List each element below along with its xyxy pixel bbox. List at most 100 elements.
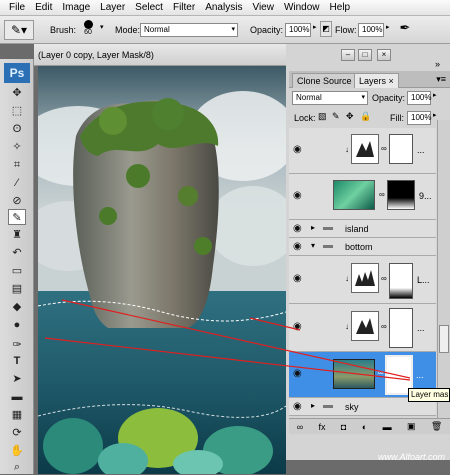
menu-view[interactable]: View [247,2,279,13]
menu-image[interactable]: Image [57,2,95,13]
layer-group-island[interactable]: ◉ ▸ ▬ island [289,220,436,238]
shape-tool-icon[interactable]: ▬ [8,389,26,405]
document-title: (Layer 0 copy, Layer Mask/8) [38,50,154,60]
fill-label: Fill: [390,113,404,123]
maximize-icon[interactable]: □ [358,49,372,61]
add-mask-icon[interactable]: ◘ [341,422,346,432]
magic-wand-icon[interactable]: ✧ [8,139,26,155]
minimize-icon[interactable]: – [341,49,355,61]
blur-tool-icon[interactable]: ◆ [8,299,26,315]
eye-icon[interactable]: ◉ [293,401,302,412]
lock-position-icon[interactable]: ✥ [346,111,354,122]
opacity-input[interactable]: 100% [285,23,311,37]
layer-row[interactable]: ◉ ↓ ∞ ... [289,304,436,352]
path-selection-icon[interactable]: ➤ [8,371,26,387]
mode-select[interactable]: Normal ▾ [140,23,238,37]
layer-mask-thumbnail[interactable] [389,308,413,348]
panel-menu-icon[interactable]: ▾≡ [436,74,446,85]
document-title-bar[interactable]: (Layer 0 copy, Layer Mask/8) [34,44,286,66]
link-layers-icon[interactable]: ∞ [297,422,303,432]
menu-filter[interactable]: Filter [168,2,200,13]
pen-tool-icon[interactable]: ✑ [8,337,26,353]
tab-layers[interactable]: Layers × [354,73,399,88]
airbrush-icon[interactable]: ✒ [395,20,415,40]
eye-icon[interactable]: ◉ [293,241,302,252]
brush-picker[interactable]: 60 [78,19,98,41]
expand-arrow-icon[interactable]: ▸ [311,223,315,232]
menu-analysis[interactable]: Analysis [200,2,247,13]
brush-dropdown-icon[interactable]: ▾ [100,23,104,31]
lock-all-icon[interactable]: 🔒 [360,111,371,122]
document-canvas[interactable] [38,66,286,474]
notes-tool-icon[interactable]: ▦ [8,407,26,423]
layer-mask-thumbnail[interactable] [389,263,413,299]
eyedropper-tool-icon[interactable]: ⁄ [8,175,26,191]
chevron-down-icon: ▾ [361,94,365,101]
zoom-tool-icon[interactable]: ⌕ [8,459,26,475]
new-layer-icon[interactable]: ▣ [407,421,416,432]
gradient-tool-icon[interactable]: ▤ [8,281,26,297]
opacity-slider-icon[interactable]: ▸ [313,23,317,31]
move-tool-icon[interactable]: ✥ [8,85,26,101]
link-icon: ∞ [378,368,384,377]
healing-tool-icon[interactable]: ⊘ [8,193,26,209]
flow-input[interactable]: 100% [358,23,384,37]
new-group-icon[interactable]: ▬ [383,422,392,432]
fill-input[interactable]: 100% [407,111,431,125]
layer-mask-thumbnail[interactable] [389,134,413,164]
menu-window[interactable]: Window [279,2,325,13]
eye-icon[interactable]: ◉ [293,223,302,234]
layer-name: ... [417,323,425,333]
flow-label: Flow: [335,25,357,35]
menu-layer[interactable]: Layer [95,2,130,13]
flow-slider-icon[interactable]: ▸ [386,23,390,31]
ps-logo: Ps [4,63,30,83]
hand-tool-icon[interactable]: ✋ [8,443,26,459]
eye-icon[interactable]: ◉ [293,190,302,201]
expand-arrow-icon[interactable]: ▸ [311,401,315,410]
layer-mask-thumbnail[interactable] [387,180,415,210]
tab-clone-source[interactable]: Clone Source [292,73,357,88]
3d-rotate-icon[interactable]: ⟳ [8,425,26,441]
adjustment-layer-icon[interactable]: ◐ [362,422,367,432]
layer-row[interactable]: ◉ ∞ 9... [289,174,436,220]
clone-stamp-icon[interactable]: ♜ [8,227,26,243]
lock-pixels-icon[interactable]: ✎ [332,111,340,122]
brush-tool-icon: ✎▾ [10,23,28,37]
layer-opacity-input[interactable]: 100% [407,91,431,105]
lasso-tool-icon[interactable]: ʘ [8,121,26,137]
collapse-panel-icon[interactable]: » [435,59,440,69]
opacity-arrow-icon[interactable]: ▸ [433,91,437,99]
lock-transparency-icon[interactable]: ▧ [318,111,327,122]
tab-close-icon[interactable]: × [389,76,394,86]
eye-icon[interactable]: ◉ [293,273,302,284]
eraser-tool-icon[interactable]: ▭ [8,263,26,279]
layers-scrollbar[interactable] [437,120,450,420]
eye-icon[interactable]: ◉ [293,368,302,379]
close-icon[interactable]: × [377,49,391,61]
menu-file[interactable]: File [4,2,30,13]
history-brush-icon[interactable]: ↶ [8,245,26,261]
collapse-arrow-icon[interactable]: ▾ [311,241,315,250]
blend-mode-select[interactable]: Normal ▾ [292,91,368,105]
delete-layer-icon[interactable]: 🗑 [431,421,442,432]
clip-arrow-icon: ↓ [345,322,349,331]
menu-select[interactable]: Select [130,2,168,13]
layer-style-icon[interactable]: fx [319,422,326,432]
scrollbar-thumb[interactable] [439,325,449,353]
marquee-tool-icon[interactable]: ⬚ [8,103,26,119]
eye-icon[interactable]: ◉ [293,321,302,332]
layer-row[interactable]: ◉ ↓ ∞ L... [289,256,436,304]
layer-group-bottom[interactable]: ◉ ▾ ▬ bottom [289,238,436,256]
crop-tool-icon[interactable]: ⌗ [8,157,26,173]
fill-arrow-icon[interactable]: ▸ [433,111,437,119]
dodge-tool-icon[interactable]: ● [8,317,26,333]
eye-icon[interactable]: ◉ [293,144,302,155]
layer-row[interactable]: ◉ ↓ ∞ ... [289,128,436,174]
tool-preset-picker[interactable]: ✎▾ [4,20,34,40]
tablet-pressure-icon[interactable]: ◩ [320,21,332,37]
type-tool-icon[interactable]: T [8,353,26,369]
brush-tool-icon[interactable]: ✎ [8,209,26,225]
menu-help[interactable]: Help [325,2,356,13]
menu-edit[interactable]: Edit [30,2,57,13]
